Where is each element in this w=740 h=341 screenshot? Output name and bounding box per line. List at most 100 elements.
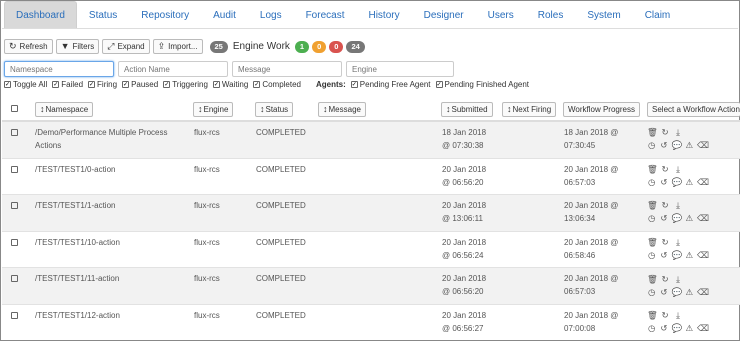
status-badge-orange[interactable]: 0 [312,40,327,53]
warning-icon[interactable]: ⚠ [685,288,694,297]
warning-icon[interactable]: ⚠ [685,251,694,260]
restart-icon[interactable]: ↻ [660,311,670,320]
tab-system[interactable]: System [575,1,632,28]
restart-icon[interactable]: ↻ [660,165,670,174]
toggle-all-checkbox[interactable]: ✓ Toggle All [4,80,47,89]
table-row[interactable]: /TEST/TEST1/11-action flux-rcs COMPLETED 20… [2,268,740,305]
download-icon[interactable]: ⤓ [673,165,683,174]
trash-icon[interactable]: 🗑 [647,311,658,320]
trash-icon[interactable]: 🗑 [647,201,658,210]
tab-designer[interactable]: Designer [412,1,476,28]
tab-forecast[interactable]: Forecast [294,1,357,28]
row-checkbox[interactable] [11,165,18,173]
clock-icon[interactable]: ◷ [647,324,656,333]
row-checkbox[interactable] [11,238,18,246]
history-icon[interactable]: ↺ [659,178,668,187]
clock-icon[interactable]: ◷ [647,141,656,150]
row-checkbox[interactable] [11,275,18,283]
workflow-progress-column[interactable]: Workflow Progress [563,102,640,117]
workflow-action-select[interactable]: Select a Workflow Action [647,102,740,117]
message-filter-input[interactable] [232,61,342,77]
paused-checkbox[interactable]: ✓ Paused [122,80,158,89]
refresh-button[interactable]: ↻ Refresh [4,39,53,54]
comment-icon[interactable]: 💬 [672,141,683,150]
status-badge-gray[interactable]: 24 [346,40,365,53]
submitted-column-sort[interactable]: ↕ Submitted [441,102,493,117]
download-icon[interactable]: ⤓ [673,201,683,210]
comment-icon[interactable]: 💬 [672,178,683,187]
namespace-cell[interactable]: /TEST/TEST1/0-action [35,163,185,176]
firing-checkbox[interactable]: ✓ Firing [88,80,117,89]
eraser-icon[interactable]: ⌫ [697,288,709,297]
restart-icon[interactable]: ↻ [660,238,670,247]
clock-icon[interactable]: ◷ [647,288,656,297]
warning-icon[interactable]: ⚠ [685,141,694,150]
warning-icon[interactable]: ⚠ [685,178,694,187]
tab-dashboard[interactable]: Dashboard [4,1,77,28]
restart-icon[interactable]: ↻ [660,275,670,284]
download-icon[interactable]: ⤓ [673,311,683,320]
clock-icon[interactable]: ◷ [647,251,656,260]
row-checkbox[interactable] [11,202,18,210]
tab-repository[interactable]: Repository [129,1,201,28]
history-icon[interactable]: ↺ [659,141,668,150]
history-icon[interactable]: ↺ [659,251,668,260]
pending-finished-agent-checkbox[interactable]: ✓ Pending Finished Agent [435,80,529,89]
comment-icon[interactable]: 💬 [672,288,683,297]
tab-status[interactable]: Status [77,1,129,28]
comment-icon[interactable]: 💬 [672,324,683,333]
status-badge-red[interactable]: 0 [329,40,344,53]
comment-icon[interactable]: 💬 [672,251,683,260]
tab-history[interactable]: History [356,1,411,28]
filters-button[interactable]: ▼ Filters [55,39,100,54]
download-icon[interactable]: ⤓ [673,275,683,284]
completed-checkbox[interactable]: ✓ Completed [253,80,301,89]
namespace-cell[interactable]: /Demo/Performance Multiple Process Action… [35,126,185,152]
pending-free-agent-checkbox[interactable]: ✓ Pending Free Agent [350,80,431,89]
message-column-sort[interactable]: ↕ Message [318,102,366,117]
trash-icon[interactable]: 🗑 [647,165,658,174]
waiting-checkbox[interactable]: ✓ Waiting [212,80,248,89]
namespace-cell[interactable]: /TEST/TEST1/10-action [35,236,185,249]
eraser-icon[interactable]: ⌫ [697,141,709,150]
import-button[interactable]: ⇪ Import... [152,39,203,54]
status-badge-green[interactable]: 1 [294,40,310,53]
namespace-filter-input[interactable] [4,61,114,77]
table-row[interactable]: /TEST/TEST1/1-action flux-rcs COMPLETED 20 … [2,195,740,232]
namespace-cell[interactable]: /TEST/TEST1/1-action [35,199,185,212]
eraser-icon[interactable]: ⌫ [697,214,709,223]
next-firing-column-sort[interactable]: ↕ Next Firing [502,102,557,117]
restart-icon[interactable]: ↻ [660,201,670,210]
history-icon[interactable]: ↺ [659,288,668,297]
namespace-column-sort[interactable]: ↕ Namespace [35,102,94,117]
history-icon[interactable]: ↺ [659,324,668,333]
table-row[interactable]: /Demo/Performance Multiple Process Action… [2,122,740,159]
namespace-cell[interactable]: /TEST/TEST1/12-action [35,309,185,322]
eraser-icon[interactable]: ⌫ [697,251,709,260]
tab-roles[interactable]: Roles [526,1,576,28]
table-row[interactable]: /TEST/TEST1/12-action flux-rcs COMPLETED 20… [2,305,740,341]
trash-icon[interactable]: 🗑 [647,128,658,137]
table-row[interactable]: /TEST/TEST1/10-action flux-rcs COMPLETED 20… [2,232,740,269]
engine-filter-input[interactable] [346,61,454,77]
warning-icon[interactable]: ⚠ [685,214,694,223]
row-checkbox[interactable] [11,129,18,136]
download-icon[interactable]: ⤓ [673,238,683,247]
failed-checkbox[interactable]: ✓ Failed [52,80,83,89]
expand-button[interactable]: ⤢ Expand [102,39,150,54]
eraser-icon[interactable]: ⌫ [697,324,709,333]
namespace-cell[interactable]: /TEST/TEST1/11-action [35,272,185,285]
clock-icon[interactable]: ◷ [647,178,656,187]
tab-logs[interactable]: Logs [248,1,294,28]
restart-icon[interactable]: ↻ [660,128,670,137]
tab-users[interactable]: Users [476,1,526,28]
status-column-sort[interactable]: ↕ Status [255,102,294,117]
action-name-filter-input[interactable] [118,61,228,77]
eraser-icon[interactable]: ⌫ [697,178,709,187]
download-icon[interactable]: ⤓ [673,128,683,137]
tab-claim[interactable]: Claim [633,1,683,28]
select-all-checkbox[interactable] [11,105,18,112]
warning-icon[interactable]: ⚠ [685,324,694,333]
table-row[interactable]: /TEST/TEST1/0-action flux-rcs COMPLETED 20 … [2,159,740,196]
trash-icon[interactable]: 🗑 [647,238,658,247]
